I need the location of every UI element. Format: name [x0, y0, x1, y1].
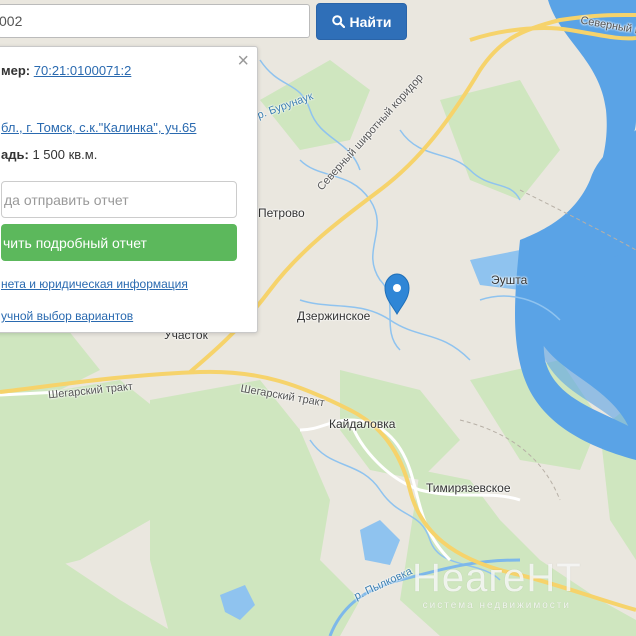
place-label-dzerzhinskoe: Дзержинское — [297, 309, 371, 323]
address-link[interactable]: бл., г. Томск, с.к."Калинка", уч.65 — [1, 120, 196, 135]
place-label-petrovo: Петрово — [258, 206, 305, 220]
search-icon — [331, 15, 345, 28]
email-field[interactable] — [1, 181, 237, 218]
search-button-label: Найти — [349, 13, 392, 30]
address-row: бл., г. Томск, с.к."Калинка", уч.65 — [1, 120, 196, 135]
legal-info-link[interactable]: нета и юридическая информация — [1, 277, 188, 291]
watermark-logo-text: НеагеНТ — [412, 556, 582, 600]
get-report-button[interactable]: чить подробный отчет — [1, 224, 237, 261]
watermark-subtitle: система недвижимости — [422, 600, 571, 611]
close-icon[interactable]: × — [237, 51, 249, 71]
watermark-logo: НеагеНТ система недвижимости — [412, 558, 582, 611]
search-button[interactable]: Найти — [316, 3, 407, 40]
area-label: адь: — [1, 147, 29, 162]
cadastral-number-row: мер: 70:21:0100071:2 — [1, 63, 131, 78]
area-value: 1 500 кв.м. — [32, 147, 98, 162]
search-input[interactable] — [0, 4, 310, 38]
place-label-eushta: Эушта — [491, 273, 528, 287]
place-label-kaidalovka: Кайдаловка — [329, 417, 396, 431]
parcel-info-panel: × мер: 70:21:0100071:2 бл., г. Томск, с.… — [0, 46, 258, 333]
place-label-timiryazevskoe: Тимирязевское — [426, 481, 511, 495]
area-row: адь: 1 500 кв.м. — [1, 147, 97, 162]
cadastral-number-label: мер: — [1, 63, 31, 78]
cadastral-number-link[interactable]: 70:21:0100071:2 — [34, 63, 132, 78]
manual-selection-link[interactable]: учной выбор вариантов — [1, 309, 133, 323]
